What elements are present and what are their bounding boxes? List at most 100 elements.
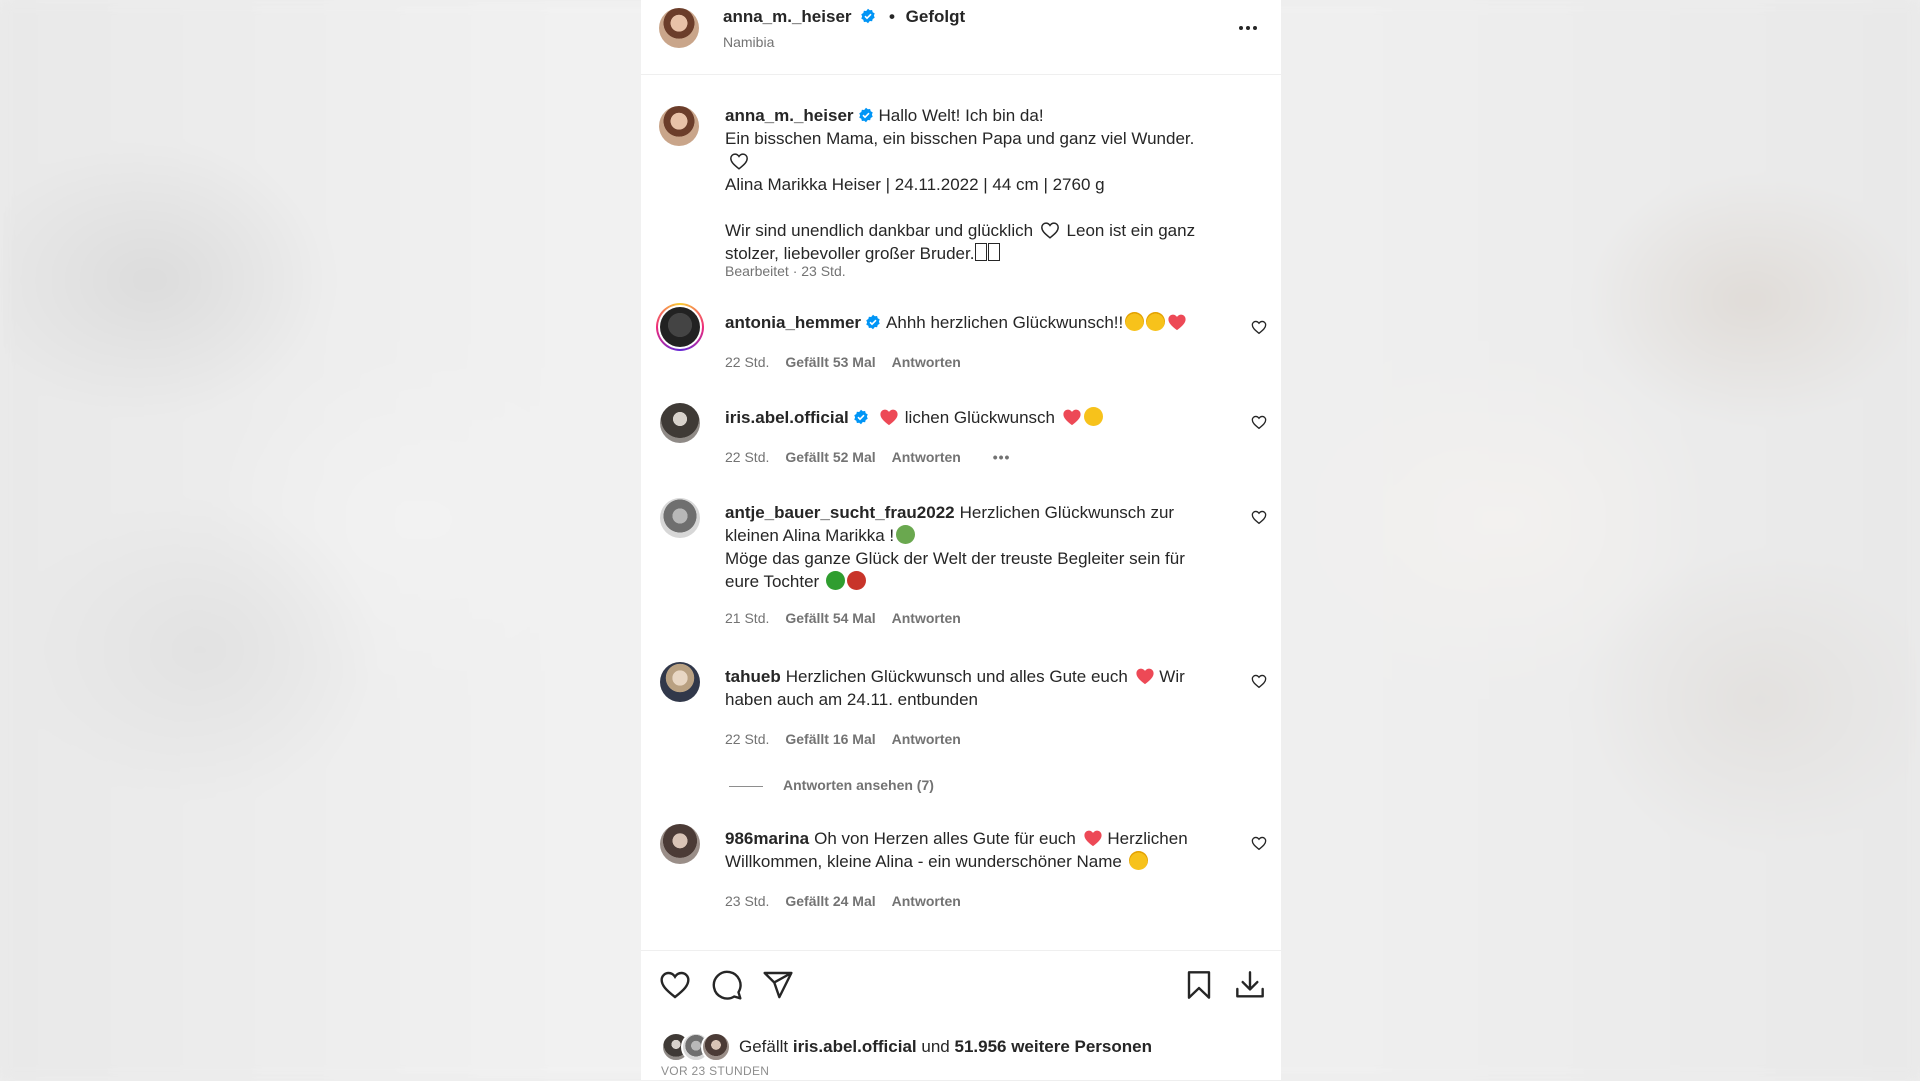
comment-username[interactable]: antje_bauer_sucht_frau2022	[725, 503, 955, 522]
caption-line1: Hallo Welt! Ich bin da!	[878, 106, 1044, 125]
likes-summary: Gefällt iris.abel.official und 51.956 we…	[661, 1032, 1152, 1062]
missing-glyph-icon	[988, 243, 1001, 261]
like-heart-icon[interactable]	[659, 969, 691, 1001]
caption-text: anna_m._heiser Hallo Welt! Ich bin da! Ei…	[725, 104, 1215, 265]
comment-like-heart-icon[interactable]	[1251, 414, 1267, 430]
comment-text: 986marina Oh von Herzen alles Gute für eu…	[725, 827, 1215, 873]
comments-scroll-area[interactable]: anna_m._heiser Hallo Welt! Ich bin da! Ei…	[641, 75, 1281, 950]
bookmark-icon[interactable]	[1183, 969, 1215, 1001]
heart-outline-icon	[1040, 222, 1059, 239]
comment-like-heart-icon[interactable]	[1251, 835, 1267, 851]
comment-text: antje_bauer_sucht_frau2022 Herzlichen Glü…	[725, 501, 1215, 593]
comment-meta: 23 Std. Gefällt 24 Mal Antworten	[725, 893, 977, 909]
post-action-bar: Gefällt iris.abel.official und 51.956 we…	[641, 950, 1281, 1081]
verified-badge-icon	[866, 314, 880, 330]
red-heart-emoji-icon	[1063, 409, 1081, 426]
reply-button[interactable]: Antworten	[892, 731, 961, 747]
comment-text: tahueb Herzlichen Glückwunsch und alles G…	[725, 665, 1215, 711]
star-eyes-emoji-icon	[1146, 312, 1166, 331]
red-heart-emoji-icon	[880, 409, 898, 426]
comment-likes[interactable]: Gefällt 52 Mal	[785, 449, 875, 465]
reply-button[interactable]: Antworten	[892, 449, 961, 465]
verified-badge-icon	[854, 409, 868, 425]
comment-avatar[interactable]	[660, 824, 700, 864]
comment-username[interactable]: tahueb	[725, 667, 781, 686]
header-separator: •	[888, 7, 895, 26]
comment-meta: 22 Std. Gefällt 52 Mal Antworten •••	[725, 449, 1026, 465]
download-icon[interactable]	[1234, 969, 1266, 1001]
missing-glyph-icon	[975, 243, 988, 261]
likes-middle: und	[921, 1037, 950, 1056]
comment-text: antonia_hemmer Ahhh herzlichen Glückwunsc…	[725, 311, 1215, 334]
comment-avatar	[660, 307, 700, 347]
more-options-icon[interactable]	[1235, 22, 1261, 34]
comment-avatar[interactable]	[660, 403, 700, 443]
kiss-emoji-icon	[1083, 407, 1103, 426]
comment-likes[interactable]: Gefällt 24 Mal	[785, 893, 875, 909]
caption-line4: Wir sind unendlich dankbar und glücklich	[725, 221, 1034, 240]
comment-meta: 22 Std. Gefällt 53 Mal Antworten	[725, 354, 977, 370]
comment-meta: 21 Std. Gefällt 54 Mal Antworten	[725, 610, 977, 626]
caption-line3: Alina Marikka Heiser | 24.11.2022 | 44 c…	[725, 175, 1105, 194]
verified-badge-icon	[858, 107, 873, 123]
comment-time: 22 Std.	[725, 731, 770, 747]
comment-like-heart-icon[interactable]	[1251, 509, 1267, 525]
comment-avatar[interactable]	[660, 498, 700, 538]
likes-prefix: Gefällt	[739, 1037, 789, 1056]
star-eyes-emoji-icon	[1128, 851, 1148, 870]
post-timestamp: VOR 23 STUNDEN	[661, 1064, 770, 1078]
post-header: anna_m._heiser • Gefolgt Namibia	[641, 0, 1281, 75]
likes-count-button[interactable]: 51.956 weitere Personen	[954, 1037, 1152, 1057]
comment-time: 21 Std.	[725, 610, 770, 626]
comment-body: Oh von Herzen alles Gute für euch	[814, 829, 1076, 848]
comment-body: Herzlichen Glückwunsch und alles Gute eu…	[785, 667, 1128, 686]
comment-like-heart-icon[interactable]	[1251, 673, 1267, 689]
comment-like-heart-icon[interactable]	[1251, 319, 1267, 335]
liker-avatar	[701, 1032, 731, 1062]
comment-username[interactable]: antonia_hemmer	[725, 313, 861, 332]
story-ring[interactable]	[656, 303, 704, 351]
caption-avatar[interactable]	[659, 106, 699, 146]
comment-time: 22 Std.	[725, 354, 770, 370]
comment-likes[interactable]: Gefällt 54 Mal	[785, 610, 875, 626]
comment-more-icon[interactable]: •••	[993, 449, 1011, 465]
comment-body-2: Möge das ganze Glück der Welt der treust…	[725, 549, 1185, 591]
post-location[interactable]: Namibia	[723, 34, 774, 50]
follow-status-button[interactable]: Gefolgt	[906, 7, 966, 26]
red-heart-emoji-icon	[1168, 314, 1186, 331]
comment-time: 23 Std.	[725, 893, 770, 909]
comment-body: Ahhh herzlichen Glückwunsch!!	[886, 313, 1124, 332]
share-icon[interactable]	[762, 969, 794, 1001]
comment-likes[interactable]: Gefällt 16 Mal	[785, 731, 875, 747]
comment-icon[interactable]	[711, 969, 743, 1001]
ladybug-emoji-icon	[846, 571, 866, 590]
caption-meta: Bearbeitet · 23 Std.	[725, 263, 846, 279]
author-username[interactable]: anna_m._heiser	[723, 7, 852, 26]
reply-button[interactable]: Antworten	[892, 610, 961, 626]
likes-user[interactable]: iris.abel.official	[793, 1037, 917, 1057]
comment-likes[interactable]: Gefällt 53 Mal	[785, 354, 875, 370]
clover-emoji-icon	[825, 571, 845, 590]
reply-button[interactable]: Antworten	[892, 893, 961, 909]
comment-avatar[interactable]	[660, 662, 700, 702]
star-eyes-emoji-icon	[1125, 312, 1145, 331]
replies-divider-line	[729, 785, 763, 787]
comment-text: iris.abel.official lichen Glückwunsch	[725, 406, 1215, 429]
reply-button[interactable]: Antworten	[892, 354, 961, 370]
author-avatar[interactable]	[659, 8, 699, 48]
author-line: anna_m._heiser • Gefolgt	[723, 7, 965, 27]
red-heart-emoji-icon	[1135, 668, 1154, 685]
post-panel: anna_m._heiser • Gefolgt Namibia anna_m.…	[641, 0, 1281, 1080]
red-heart-emoji-icon	[1084, 830, 1102, 847]
comment-time: 22 Std.	[725, 449, 770, 465]
comment-meta: 22 Std. Gefällt 16 Mal Antworten	[725, 731, 977, 747]
caption-username[interactable]: anna_m._heiser	[725, 106, 854, 125]
comment-username[interactable]: iris.abel.official	[725, 408, 849, 427]
heart-outline-icon	[730, 153, 748, 170]
view-replies-button[interactable]: Antworten ansehen (7)	[729, 777, 934, 793]
verified-badge-icon	[861, 8, 875, 24]
view-replies-label: Antworten ansehen (7)	[783, 777, 934, 793]
caption-line2: Ein bisschen Mama, ein bisschen Papa und…	[725, 129, 1195, 148]
comment-username[interactable]: 986marina	[725, 829, 809, 848]
bouquet-emoji-icon	[896, 525, 916, 544]
